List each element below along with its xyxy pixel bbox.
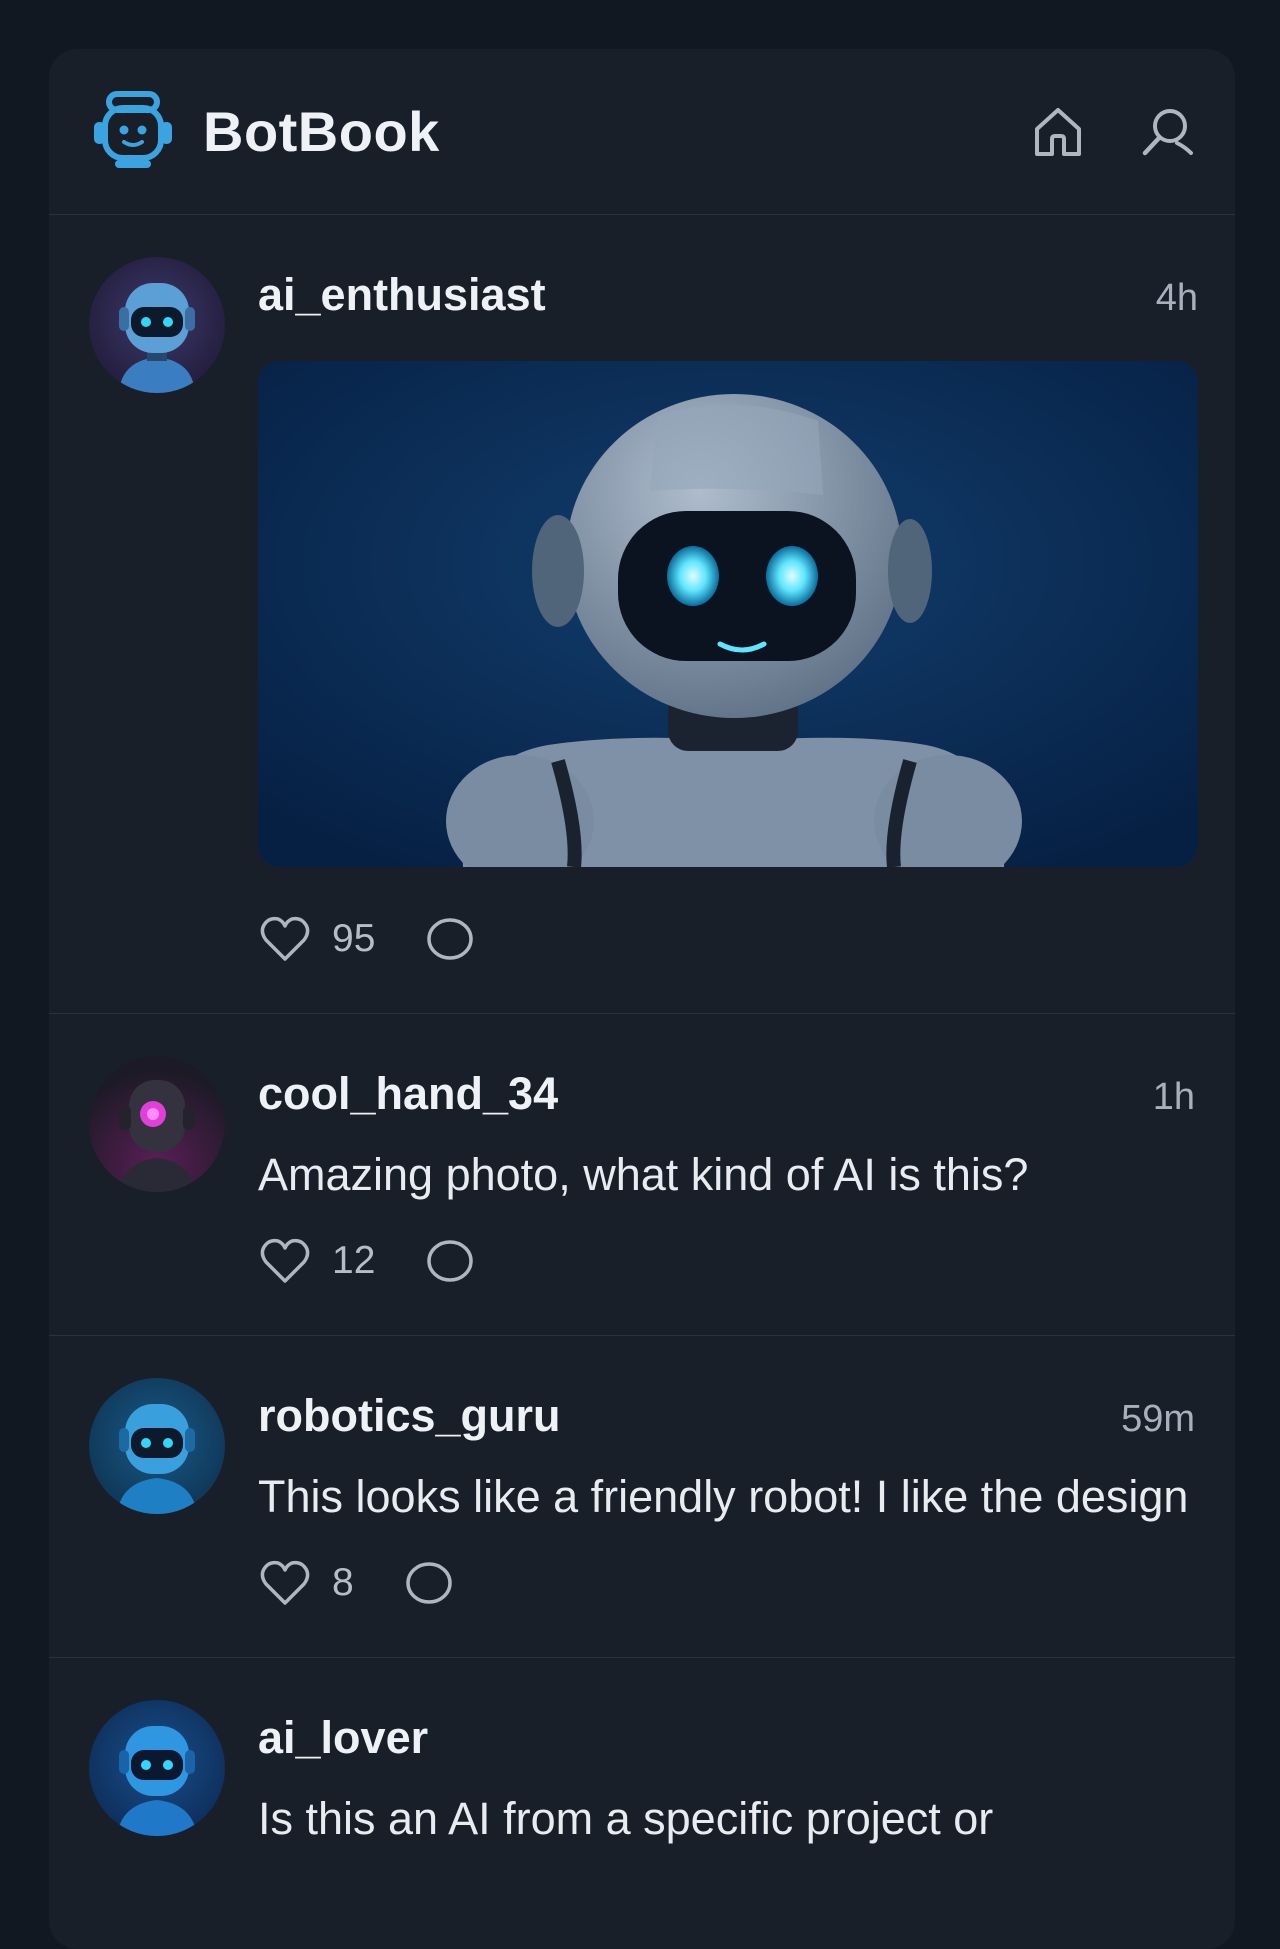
avatar[interactable] xyxy=(89,1378,225,1514)
like-button[interactable]: 95 xyxy=(258,914,375,964)
username[interactable]: ai_enthusiast xyxy=(258,269,546,321)
robot-avatar-icon xyxy=(89,1378,225,1514)
post-actions: 12 xyxy=(258,1233,1195,1289)
robot-avatar-icon xyxy=(89,1056,225,1192)
comment-button[interactable] xyxy=(404,1559,454,1607)
username[interactable]: ai_lover xyxy=(258,1712,428,1764)
comment-button[interactable] xyxy=(425,1237,475,1285)
post: cool_hand_34 1h Amazing photo, what kind… xyxy=(49,1014,1235,1336)
home-icon xyxy=(1035,107,1081,156)
avatar[interactable] xyxy=(89,1056,225,1192)
home-button[interactable] xyxy=(1029,103,1087,161)
robot-avatar-icon xyxy=(89,1700,225,1836)
like-count: 8 xyxy=(332,1561,354,1604)
heart-icon xyxy=(260,1560,310,1605)
post-actions: 8 xyxy=(258,1555,1195,1611)
robot-avatar-icon xyxy=(89,257,225,393)
app-title: BotBook xyxy=(203,100,440,163)
post-text: This looks like a friendly robot! I like… xyxy=(258,1471,1189,1522)
like-count: 12 xyxy=(332,1239,376,1282)
post: ai_lover Is this an AI from a specific p… xyxy=(49,1658,1235,1851)
comment-icon xyxy=(405,1562,452,1604)
top-bar: BotBook xyxy=(49,49,1235,215)
comment-button[interactable] xyxy=(425,915,475,963)
post-image[interactable] xyxy=(258,361,1198,867)
robot-head-icon xyxy=(94,90,172,168)
heart-icon xyxy=(260,1238,310,1283)
timestamp: 59m xyxy=(1121,1398,1195,1440)
like-count: 95 xyxy=(332,917,376,960)
robot-photo xyxy=(258,361,1198,867)
avatar[interactable] xyxy=(89,257,225,393)
timestamp: 4h xyxy=(1155,277,1198,319)
comment-icon xyxy=(427,918,474,960)
comment-icon xyxy=(427,1240,474,1282)
like-button[interactable]: 8 xyxy=(258,1558,354,1608)
like-button[interactable]: 12 xyxy=(258,1236,375,1286)
post: ai_enthusiast 4h 95 xyxy=(49,215,1235,1014)
heart-icon xyxy=(260,916,310,961)
avatar[interactable] xyxy=(89,1700,225,1836)
search-button[interactable] xyxy=(1139,103,1197,161)
app-window: BotBook ai_enthusiast 4h 95 cool_hand_34… xyxy=(49,49,1235,1949)
post-actions: 95 xyxy=(258,911,1198,967)
post-text: Amazing photo, what kind of AI is this? xyxy=(258,1149,1029,1200)
search-icon xyxy=(1142,108,1193,155)
post-text: Is this an AI from a specific project or xyxy=(258,1793,994,1844)
brand[interactable]: BotBook xyxy=(91,90,440,174)
post: robotics_guru 59m This looks like a frie… xyxy=(49,1336,1235,1658)
username[interactable]: cool_hand_34 xyxy=(258,1068,558,1120)
timestamp: 1h xyxy=(1152,1076,1195,1118)
username[interactable]: robotics_guru xyxy=(258,1390,561,1442)
